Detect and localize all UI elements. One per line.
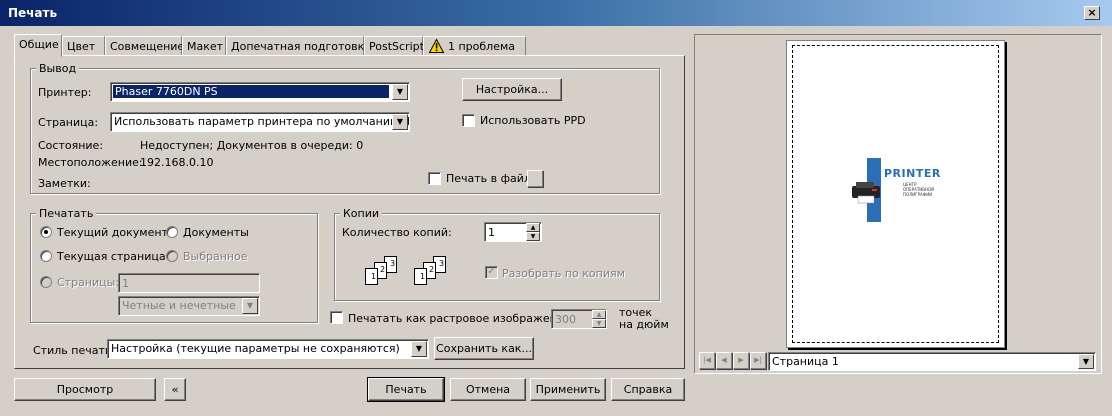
current-page-label: Текущая страница	[57, 250, 166, 263]
next-page-icon[interactable]: ▶	[733, 352, 749, 369]
raster-checkbox[interactable]	[330, 311, 343, 324]
tab-prepress[interactable]: Допечатная подготовка	[226, 36, 371, 56]
tab-general[interactable]: Общие	[14, 34, 62, 57]
tab-layout[interactable]: Макет	[182, 36, 226, 56]
pages-input[interactable]: 1	[118, 273, 260, 293]
printer-logo-icon	[852, 182, 880, 204]
first-page-icon[interactable]: |◀	[699, 352, 715, 369]
preview-button[interactable]: Просмотр	[14, 378, 156, 401]
spin-up-icon[interactable]: ▲	[592, 310, 606, 319]
chevron-down-icon[interactable]: ▼	[411, 341, 427, 357]
raster-dpi-unit: точек на дюйм	[619, 306, 669, 331]
window-title: Печать	[8, 6, 58, 20]
page-select-value: Использовать параметр принтера по умолча…	[114, 115, 410, 128]
location-value: 192.168.0.10	[140, 156, 214, 169]
warning-icon	[429, 39, 444, 53]
status-label: Состояние:	[38, 139, 104, 152]
copies-count-label: Количество копий:	[342, 226, 452, 239]
status-value: Недоступен; Документов в очереди: 0	[140, 139, 364, 152]
chevron-down-icon[interactable]: ▼	[242, 298, 258, 314]
preview-nav: |◀ ◀ ▶ ▶|	[699, 352, 767, 370]
use-ppd-checkbox[interactable]	[462, 114, 475, 127]
chevron-down-icon[interactable]: ▼	[392, 84, 408, 100]
collate-label: Разобрать по копиям	[502, 267, 625, 280]
cancel-button[interactable]: Отмена	[450, 378, 526, 401]
print-button[interactable]: Печать	[367, 377, 445, 402]
pages-radio[interactable]	[40, 276, 52, 288]
tab-issues-label: 1 проблема	[448, 40, 516, 53]
collate-icon-label-2: 2	[380, 265, 385, 274]
page-label: Страница:	[38, 116, 99, 129]
help-button[interactable]: Справка	[611, 378, 685, 401]
collate-icon-label-3b: 3	[439, 259, 444, 268]
apply-button[interactable]: Применить	[530, 378, 606, 401]
collate-icon-label-1b: 1	[420, 272, 425, 281]
raster-label: Печатать как растровое изображение:	[348, 312, 575, 325]
location-label: Местоположение:	[38, 156, 143, 169]
save-style-button[interactable]: Сохранить как...	[434, 337, 534, 360]
copies-count-value: 1	[488, 226, 495, 239]
print-to-file-label: Печать в файл	[446, 172, 531, 185]
copies-group-title: Копии	[340, 207, 383, 220]
printer-label: Принтер:	[38, 86, 92, 99]
close-icon[interactable]: ×	[1084, 6, 1100, 20]
browse-file-button[interactable]	[527, 170, 543, 187]
raster-dpi-value: 300	[555, 313, 576, 326]
page-select[interactable]: Использовать параметр принтера по умолча…	[110, 112, 410, 132]
spin-down-icon[interactable]: ▼	[526, 232, 540, 241]
parity-select[interactable]: Четные и нечетные ▼	[118, 296, 260, 316]
collate-icon-label-2b: 2	[429, 265, 434, 274]
title-bar: Печать	[0, 0, 1112, 26]
prev-page-icon[interactable]: ◀	[716, 352, 732, 369]
current-document-radio[interactable]	[40, 226, 52, 238]
print-style-select[interactable]: Настройка (текущие параметры не сохраняю…	[107, 339, 429, 359]
parity-select-value: Четные и нечетные	[122, 299, 236, 312]
logo-title: PRINTER	[884, 167, 941, 180]
documents-label: Документы	[183, 226, 249, 239]
print-to-file-checkbox[interactable]	[428, 172, 441, 185]
use-ppd-label: Использовать PPD	[480, 114, 586, 127]
preview-page-margin	[792, 45, 999, 343]
collapse-preview-icon[interactable]: «	[164, 378, 186, 401]
tab-postscript[interactable]: PostScript	[364, 36, 424, 56]
raster-dpi-spinner[interactable]: ▲ ▼	[592, 310, 606, 328]
collate-checkbox[interactable]: ✓	[485, 266, 498, 279]
spin-up-icon[interactable]: ▲	[526, 223, 540, 232]
print-range-group-title: Печатать	[36, 207, 97, 220]
print-style-label: Стиль печати:	[33, 344, 116, 357]
copies-spinner[interactable]: ▲ ▼	[526, 223, 540, 241]
printer-select-value: Phaser 7760DN PS	[113, 85, 389, 98]
last-page-icon[interactable]: ▶|	[750, 352, 766, 369]
documents-radio[interactable]	[166, 226, 178, 238]
spin-down-icon[interactable]: ▼	[592, 319, 606, 328]
pages-label: Страницы:	[57, 276, 120, 289]
printer-select[interactable]: Phaser 7760DN PS ▼	[110, 82, 410, 102]
logo-subtitle: ЦЕНТР ОПЕРАТИВНОЙ ПОЛИГРАФИИ	[903, 182, 935, 197]
chevron-down-icon[interactable]: ▼	[1078, 354, 1094, 369]
chevron-down-icon[interactable]: ▼	[392, 114, 408, 130]
tab-issues[interactable]: 1 проблема	[423, 36, 526, 56]
notes-label: Заметки:	[38, 177, 91, 190]
collate-icon-label-1: 1	[371, 272, 376, 281]
current-document-label: Текущий документ	[57, 226, 168, 239]
preview-page-select-value: Страница 1	[772, 355, 839, 368]
current-page-radio[interactable]	[40, 250, 52, 262]
collate-icon: 3 2 1 3 2 1	[365, 256, 446, 285]
settings-button[interactable]: Настройка...	[462, 78, 562, 101]
preview-page-select[interactable]: Страница 1 ▼	[768, 352, 1096, 371]
tab-registration[interactable]: Совмещение	[105, 36, 184, 56]
print-style-value: Настройка (текущие параметры не сохраняю…	[111, 342, 400, 355]
collate-icon-label-3: 3	[390, 259, 395, 268]
selection-label: Выбранное	[183, 250, 248, 263]
tab-color[interactable]: Цвет	[62, 36, 105, 56]
output-group-title: Вывод	[36, 62, 80, 75]
selection-radio[interactable]	[166, 250, 178, 262]
